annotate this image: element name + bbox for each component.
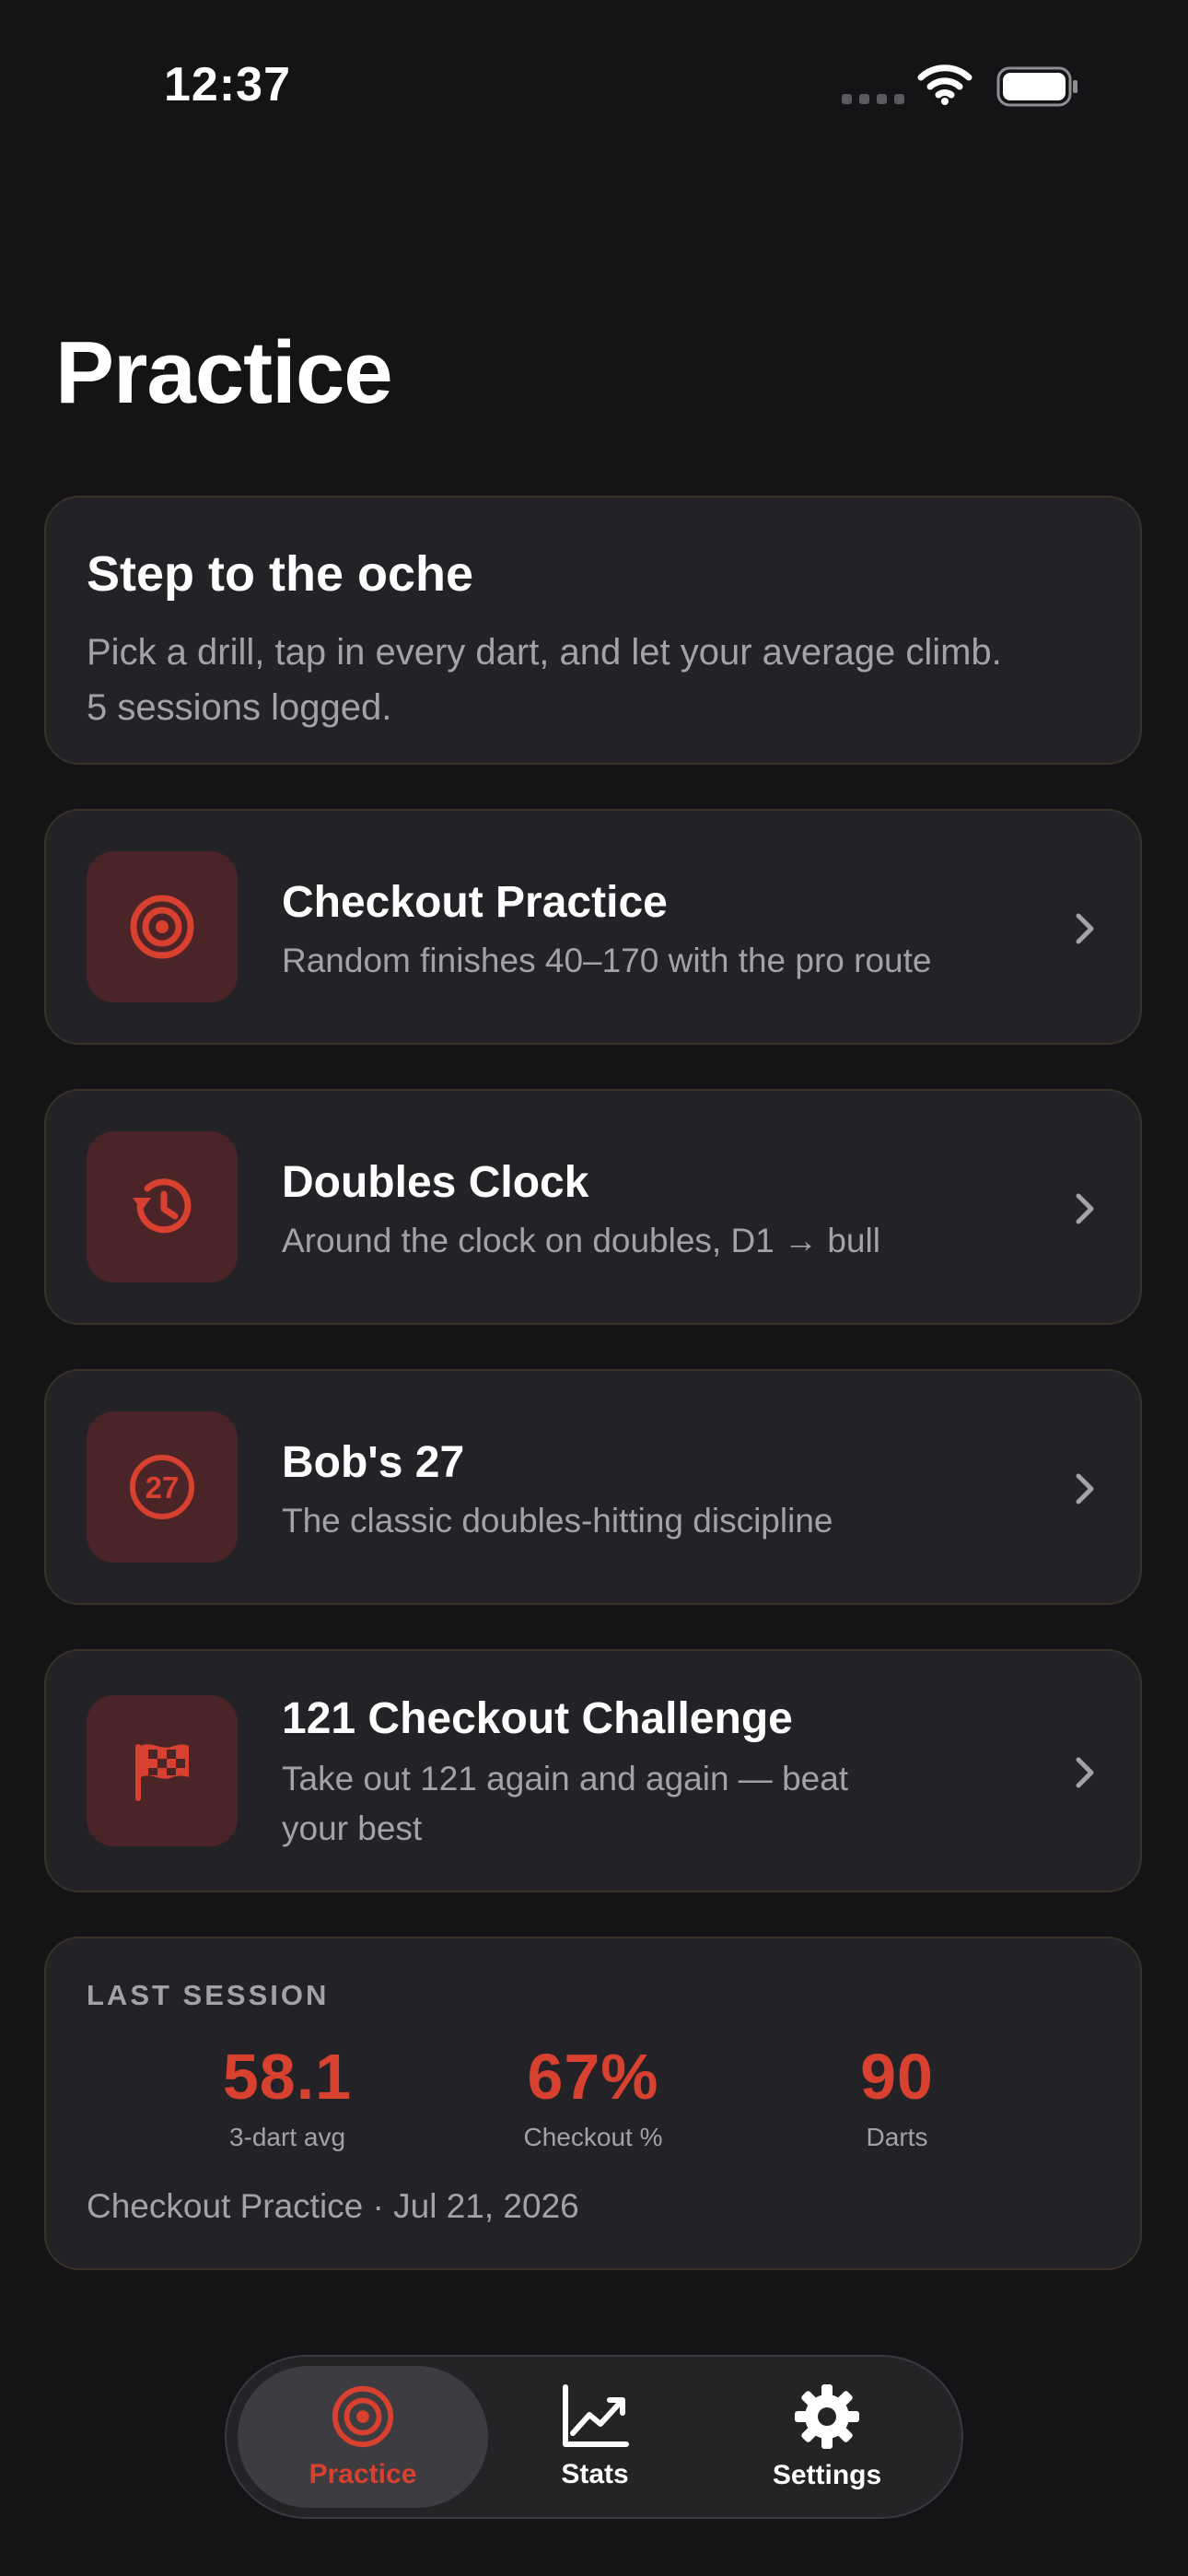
history-clock-icon [87, 1131, 238, 1282]
cellular-signal-icon [842, 94, 904, 104]
chart-icon [563, 2384, 629, 2447]
chevron-right-icon [1066, 1754, 1103, 1791]
tab-bar: Practice Stats Settings [225, 2355, 963, 2519]
drill-checkout-practice[interactable]: Checkout Practice Random finishes 40–170… [44, 809, 1142, 1045]
gear-icon [795, 2384, 859, 2449]
last-session-card: LAST SESSION 58.1 3-dart avg 67% Checkou… [44, 1937, 1142, 2270]
stat-checkout: 67% Checkout % [455, 2040, 731, 2152]
tab-label: Practice [309, 2459, 417, 2489]
stat-value: 58.1 [222, 2041, 353, 2113]
stat-darts: 90 Darts [759, 2040, 1035, 2152]
drill-bobs-27[interactable]: 27 Bob's 27 The classic doubles-hitting … [44, 1369, 1142, 1605]
intro-line: Pick a drill, tap in every dart, and let… [87, 632, 1002, 673]
target-icon [87, 851, 238, 1002]
stat-value: 67% [527, 2041, 659, 2113]
last-session-footer: Checkout Practice · Jul 21, 2026 [87, 2187, 579, 2225]
drill-subtitle: Take out 121 again and again — beat your… [282, 1760, 849, 1847]
intro-text: Pick a drill, tap in every dart, and let… [87, 625, 1100, 735]
last-session-label: LAST SESSION [87, 1979, 330, 2011]
stat-label: Checkout % [523, 2123, 663, 2151]
checkered-flag-icon [87, 1695, 238, 1846]
drill-subtitle: The classic doubles-hitting discipline [282, 1502, 833, 1540]
badge-27-icon: 27 [87, 1411, 238, 1563]
svg-text:27: 27 [146, 1470, 180, 1505]
tab-settings[interactable]: Settings [702, 2366, 952, 2508]
drill-doubles-clock[interactable]: Doubles Clock Around the clock on double… [44, 1089, 1142, 1325]
drill-title: Checkout Practice [282, 878, 668, 927]
tab-practice[interactable]: Practice [238, 2366, 488, 2508]
battery-icon [996, 66, 1077, 107]
target-icon [332, 2385, 394, 2448]
wifi-icon [917, 64, 973, 105]
intro-title: Step to the oche [87, 546, 474, 602]
stat-average: 58.1 3-dart avg [149, 2040, 425, 2152]
tab-stats[interactable]: Stats [470, 2366, 720, 2508]
stat-label: 3-dart avg [228, 2123, 346, 2151]
drill-title: 121 Checkout Challenge [282, 1694, 793, 1743]
chevron-right-icon [1066, 1470, 1103, 1507]
drill-title: Bob's 27 [282, 1438, 465, 1487]
drill-subtitle: Around the clock on doubles, D1 → bull [282, 1222, 880, 1259]
status-time: 12:37 [164, 58, 291, 111]
stat-value: 90 [860, 2041, 934, 2113]
tab-label: Settings [772, 2460, 882, 2490]
status-bar: 12:37 [0, 0, 1188, 175]
drill-subtitle: Random finishes 40–170 with the pro rout… [282, 942, 932, 979]
intro-card: Step to the oche Pick a drill, tap in ev… [44, 496, 1142, 765]
chevron-right-icon [1066, 910, 1103, 947]
tab-label: Stats [561, 2459, 629, 2489]
drill-title: Doubles Clock [282, 1158, 589, 1207]
page-title: Practice [55, 323, 393, 422]
drill-121-checkout-challenge[interactable]: 121 Checkout Challenge Take out 121 agai… [44, 1649, 1142, 1892]
stat-label: Darts [866, 2123, 928, 2151]
chevron-right-icon [1066, 1190, 1103, 1227]
sessions-count: 5 sessions logged. [87, 687, 392, 728]
